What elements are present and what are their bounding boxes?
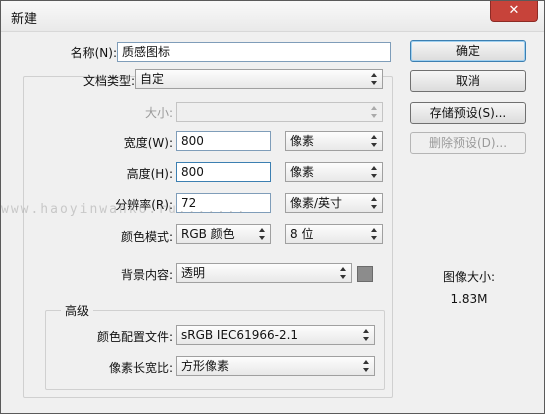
background-select[interactable]: 透明 [176,263,352,283]
pixel-aspect-label: 像素长宽比: [108,361,173,375]
cancel-button[interactable]: 取消 [410,70,526,92]
updown-arrow-icon [370,227,378,241]
size-select[interactable] [176,102,383,122]
height-label: 高度(H): [126,167,173,181]
background-color-swatch[interactable] [357,266,373,282]
name-label: 名称(N): [70,46,117,60]
updown-arrow-icon [258,227,266,241]
width-unit-select[interactable]: 像素 [285,131,383,151]
image-size-value: 1.83M [450,292,488,306]
ok-button[interactable]: 确定 [410,40,526,62]
save-preset-button[interactable]: 存储预设(S)... [410,102,526,124]
color-profile-value: sRGB IEC61966-2.1 [181,328,299,342]
delete-preset-button[interactable]: 删除预设(D)... [410,132,526,154]
background-value: 透明 [181,266,206,280]
background-label: 背景内容: [120,268,173,282]
pixel-aspect-select[interactable]: 方形像素 [176,356,375,376]
color-profile-label: 颜色配置文件: [96,330,173,344]
pixel-aspect-value: 方形像素 [181,359,230,373]
dialog-body: 名称(N): 质感图标 文档类型: 自定 大小: 宽度(W): 800 像素 高… [9,32,536,406]
color-mode-label: 颜色模式: [120,230,173,244]
size-label: 大小: [144,106,173,120]
close-button[interactable]: ✕ [490,1,538,22]
updown-arrow-icon [370,196,378,210]
bit-depth-value: 8 位 [290,227,314,241]
advanced-group [45,310,385,390]
preset-select[interactable]: 自定 [135,69,383,89]
close-icon: ✕ [508,3,520,18]
advanced-title: 高级 [61,302,94,319]
updown-arrow-icon [362,328,370,342]
updown-arrow-icon [370,165,378,179]
height-unit: 像素 [290,165,315,179]
height-unit-select[interactable]: 像素 [285,162,383,182]
width-unit: 像素 [290,134,315,148]
updown-arrow-icon [370,105,378,119]
color-mode-select[interactable]: RGB 颜色 [176,224,271,244]
updown-arrow-icon [370,72,378,86]
bit-depth-select[interactable]: 8 位 [285,224,383,244]
image-size-label: 图像大小: [442,270,496,284]
new-document-dialog: 新建 ✕ 名称(N): 质感图标 文档类型: 自定 大小: 宽度(W): 800… [0,0,545,414]
width-label: 宽度(W): [123,136,173,150]
updown-arrow-icon [362,359,370,373]
title-bar[interactable]: 新建 ✕ [1,1,544,32]
window-title: 新建 [11,12,38,27]
name-input[interactable]: 质感图标 [117,42,391,62]
color-mode-value: RGB 颜色 [181,227,235,241]
watermark-text: www.haoyinwanko.ru....... [1,202,247,216]
width-input[interactable]: 800 [176,131,271,151]
preset-label: 文档类型: [82,74,135,88]
updown-arrow-icon [370,134,378,148]
height-input[interactable]: 800 [176,162,271,182]
updown-arrow-icon [339,266,347,280]
color-profile-select[interactable]: sRGB IEC61966-2.1 [176,325,375,345]
preset-value: 自定 [140,72,165,86]
